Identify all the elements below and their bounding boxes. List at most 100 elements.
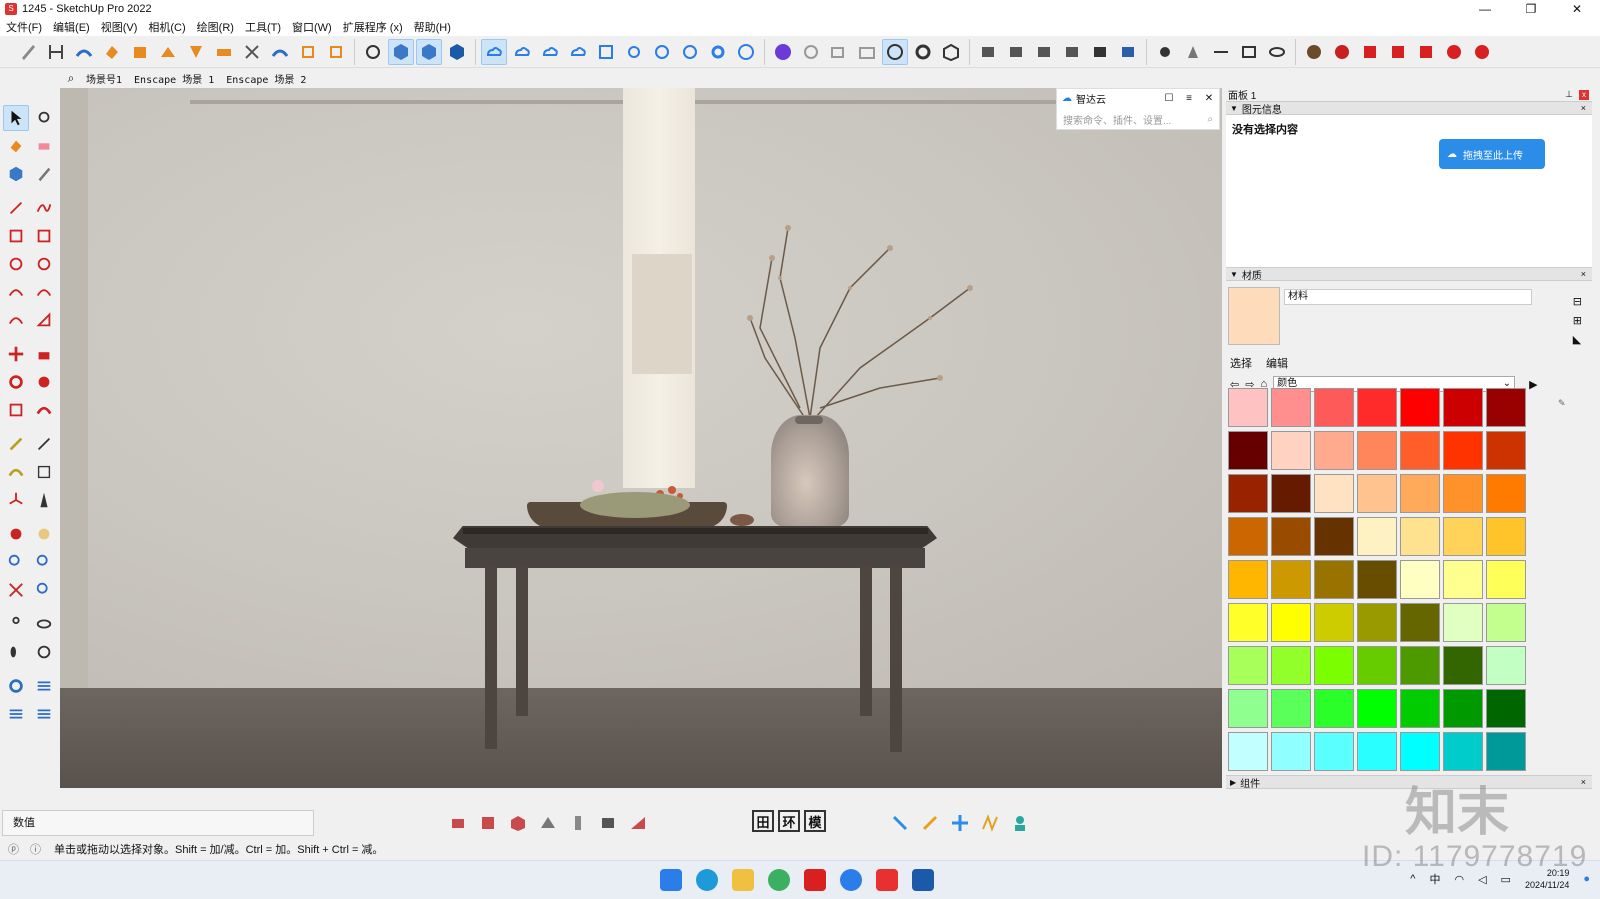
color-swatch[interactable] — [1357, 689, 1397, 728]
battery-icon[interactable]: ▭ — [1501, 873, 1511, 886]
color-swatch[interactable] — [1228, 603, 1268, 642]
look-around-icon[interactable] — [31, 611, 57, 637]
color-swatch[interactable] — [1357, 431, 1397, 470]
color-swatch[interactable] — [1400, 388, 1440, 427]
materials-header[interactable]: ▼ 材质 × — [1226, 267, 1592, 282]
style-wireframe-icon[interactable] — [1031, 39, 1057, 65]
color-swatch[interactable] — [1271, 732, 1311, 771]
sandbox-drape-icon[interactable] — [267, 39, 293, 65]
axes-tool-icon[interactable] — [3, 487, 29, 513]
color-swatch[interactable] — [1314, 560, 1354, 599]
menu-icon[interactable]: ≡ — [1179, 93, 1199, 104]
cloud-upload-icon[interactable] — [537, 39, 563, 65]
color-swatch[interactable] — [1314, 646, 1354, 685]
menu-camera[interactable]: 相机(C) — [148, 19, 185, 35]
orbit-tool-icon[interactable] — [3, 521, 29, 547]
orbit-icon[interactable] — [360, 39, 386, 65]
color-swatch[interactable] — [1400, 646, 1440, 685]
maximize-button[interactable]: ❐ — [1508, 0, 1554, 18]
color-swatch[interactable] — [1486, 732, 1526, 771]
color-swatch[interactable] — [1357, 474, 1397, 513]
color-swatch[interactable] — [1314, 388, 1354, 427]
paint-bucket-icon[interactable] — [99, 39, 125, 65]
shadow-icon[interactable] — [1152, 39, 1178, 65]
ai-circle-icon[interactable] — [1441, 39, 1467, 65]
tian-button[interactable]: 田 — [752, 810, 774, 832]
camera-icon[interactable] — [854, 39, 880, 65]
component-icon[interactable] — [3, 161, 29, 187]
color-swatch[interactable] — [1314, 474, 1354, 513]
eraser-red-icon[interactable] — [445, 810, 471, 836]
eraser-icon[interactable] — [31, 133, 57, 159]
color-swatch[interactable] — [1271, 603, 1311, 642]
geolocation-icon[interactable]: ⓟ — [8, 841, 22, 857]
offset-icon[interactable] — [183, 39, 209, 65]
color-swatch[interactable] — [1271, 560, 1311, 599]
dimension-tool-icon[interactable] — [31, 431, 57, 457]
color-swatch[interactable] — [1486, 689, 1526, 728]
color-swatch[interactable] — [1443, 474, 1483, 513]
menu-help[interactable]: 帮助(H) — [414, 19, 451, 35]
help-icon[interactable] — [1469, 39, 1495, 65]
color-swatch[interactable] — [1400, 474, 1440, 513]
color-swatch[interactable] — [1357, 560, 1397, 599]
plugin-p-icon[interactable] — [770, 39, 796, 65]
scale-icon[interactable] — [295, 39, 321, 65]
maximize-icon[interactable]: ☐ — [1159, 93, 1179, 104]
push-pull-icon[interactable] — [127, 39, 153, 65]
expand-icon[interactable] — [593, 39, 619, 65]
zoom-extents-icon[interactable] — [3, 577, 29, 603]
scene-tab[interactable]: Enscape 场景 1 — [130, 71, 222, 86]
drag-upload-button[interactable]: ☁ 拖拽至此上传 — [1439, 139, 1545, 169]
color-swatch[interactable] — [1314, 603, 1354, 642]
color-swatch[interactable] — [1271, 431, 1311, 470]
color-swatch[interactable] — [1486, 517, 1526, 556]
style-hidden-line-icon[interactable] — [1059, 39, 1085, 65]
notification-bell-icon[interactable]: ● — [1583, 873, 1590, 885]
line-icon[interactable] — [1208, 39, 1234, 65]
huan-button[interactable]: 环 — [778, 810, 800, 832]
stack-icon[interactable] — [3, 701, 29, 727]
cloud-sync-icon[interactable] — [481, 38, 507, 65]
paint-bucket-icon[interactable] — [3, 133, 29, 159]
color-swatch[interactable] — [1228, 689, 1268, 728]
eyedropper-icon[interactable]: ✎ — [1558, 398, 1566, 409]
default-material-icon[interactable]: ⊞ — [1573, 314, 1582, 327]
three-point-arc-icon[interactable] — [3, 307, 29, 333]
gear-outline-icon[interactable] — [910, 39, 936, 65]
scale-tool-icon[interactable] — [3, 397, 29, 423]
panel-icon[interactable] — [595, 810, 621, 836]
follow-me-icon[interactable] — [155, 39, 181, 65]
two-point-arc-icon[interactable] — [31, 279, 57, 305]
settings-gear-icon[interactable] — [705, 39, 731, 65]
close-button[interactable]: ✕ — [1554, 0, 1600, 18]
flower-icon[interactable] — [621, 39, 647, 65]
menu-draw[interactable]: 绘图(R) — [197, 19, 234, 35]
color-swatch[interactable] — [1400, 517, 1440, 556]
color-swatch[interactable] — [1443, 603, 1483, 642]
color-swatch[interactable] — [1486, 474, 1526, 513]
color-swatch[interactable] — [1443, 689, 1483, 728]
freehand-icon[interactable] — [31, 195, 57, 221]
sandbox-icon[interactable] — [71, 39, 97, 65]
ai-plugin-icon[interactable] — [1329, 39, 1355, 65]
color-swatch[interactable] — [1400, 689, 1440, 728]
color-swatch[interactable] — [1271, 689, 1311, 728]
cloud-search-icon[interactable] — [509, 39, 535, 65]
style-xray-icon[interactable] — [975, 39, 1001, 65]
color-swatch[interactable] — [1314, 431, 1354, 470]
color-swatch[interactable] — [1228, 517, 1268, 556]
color-swatch[interactable] — [1400, 431, 1440, 470]
section-plane-icon[interactable] — [31, 639, 57, 665]
scene-tab[interactable]: Enscape 场景 2 — [222, 71, 314, 86]
menu-edit[interactable]: 编辑(E) — [53, 19, 90, 35]
section-close-icon[interactable]: × — [1581, 103, 1586, 113]
color-swatch[interactable] — [1271, 517, 1311, 556]
push-pull-tool-icon[interactable] — [31, 341, 57, 367]
download-icon[interactable] — [677, 39, 703, 65]
outliner-icon[interactable] — [31, 701, 57, 727]
fog-icon[interactable] — [1180, 39, 1206, 65]
mirror-icon[interactable] — [977, 810, 1003, 836]
sketchup-taskbar-icon[interactable] — [912, 869, 934, 891]
offset-tool-icon[interactable] — [31, 397, 57, 423]
